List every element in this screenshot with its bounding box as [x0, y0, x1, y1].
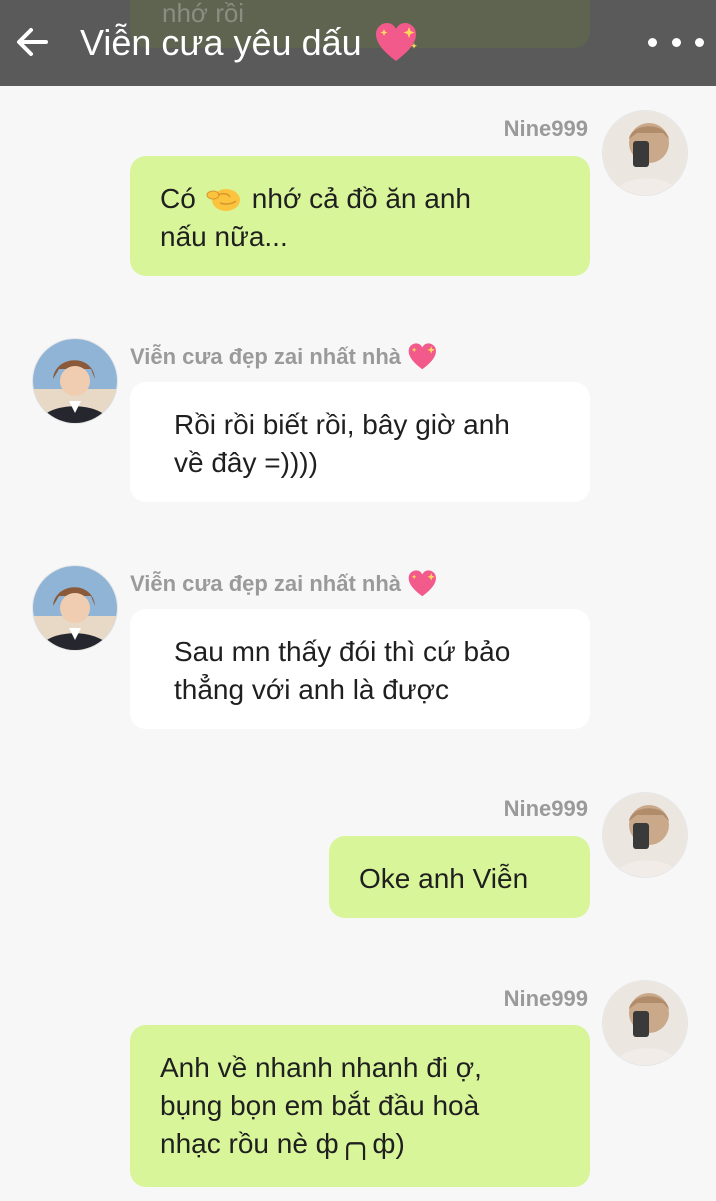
message-text: Oke anh Viễn [359, 863, 529, 894]
message-bubble[interactable]: Oke anh Viễn [329, 836, 590, 918]
message-text: thẳng với anh là được [174, 674, 449, 705]
chat-header: nhớ rồi Viễn cưa yêu dấu [0, 0, 716, 86]
chat-title-text: Viễn cưa yêu dấu [80, 22, 362, 63]
sparkling-heart-icon [408, 343, 437, 370]
message-text: Anh về nhanh nhanh đi ợ, [160, 1052, 482, 1083]
message-incoming: Viễn cưa đẹp zai nhất nhà Rồi rồi biết r… [0, 336, 716, 516]
sender-name-text: Viễn cưa đẹp zai nhất nhà [130, 571, 402, 596]
avatar-photo [33, 566, 117, 650]
avatar-photo [603, 981, 687, 1065]
avatar-nine999[interactable] [602, 110, 688, 196]
sender-name-text: Nine999 [503, 986, 588, 1011]
sender-name-text: Viễn cưa đẹp zai nhất nhà [130, 344, 402, 369]
sender-name: Nine999 [504, 796, 588, 822]
sparkling-heart-icon [408, 570, 437, 597]
avatar-nine999[interactable] [602, 792, 688, 878]
message-bubble[interactable]: Rồi rồi biết rồi, bây giờ anh về đây =))… [130, 382, 590, 502]
message-outgoing: Nine999 Anh về nhanh nhanh đi ợ, bụng bọ… [0, 978, 716, 1193]
message-bubble[interactable]: Sau mn thấy đói thì cứ bảo thẳng với anh… [130, 609, 590, 729]
message-bubble[interactable]: Có nhớ cả đồ ăn anh nấu nữa... [130, 156, 590, 276]
message-outgoing: Nine999 Oke anh Viễn [0, 790, 716, 930]
sender-name: Viễn cưa đẹp zai nhất nhà [130, 569, 439, 599]
sender-name: Viễn cưa đẹp zai nhất nhà [130, 342, 439, 372]
message-text: về đây =)))) [174, 447, 318, 478]
pinching-hand-icon [206, 189, 240, 211]
sender-name: Nine999 [504, 116, 588, 142]
avatar-vien[interactable] [32, 565, 118, 651]
avatar-photo [603, 111, 687, 195]
more-options-button[interactable] [648, 26, 704, 58]
avatar-photo [603, 793, 687, 877]
avatar-photo [33, 339, 117, 423]
message-incoming: Viễn cưa đẹp zai nhất nhà Sau mn thấy đó… [0, 563, 716, 743]
message-text: nhạc rồu nè ф╭╮ф) [160, 1128, 405, 1159]
message-text: nhớ cả đồ ăn anh [251, 183, 471, 214]
message-bubble[interactable]: Anh về nhanh nhanh đi ợ, bụng bọn em bắt… [130, 1025, 590, 1187]
chat-title: Viễn cưa yêu dấu [80, 20, 420, 66]
avatar-nine999[interactable] [602, 980, 688, 1066]
more-options-icon [648, 37, 657, 47]
more-options-dot [695, 37, 704, 47]
message-text: nấu nữa... [160, 221, 288, 252]
message-outgoing: Nine999 Có nhớ cả đồ ăn anh nấu nữa... [0, 108, 716, 288]
avatar-vien[interactable] [32, 338, 118, 424]
sparkling-heart-icon [375, 23, 417, 61]
more-options-dot [671, 37, 681, 47]
message-text: Có [160, 183, 196, 214]
back-button[interactable] [8, 18, 56, 66]
sender-name-text: Nine999 [503, 796, 588, 821]
sender-name-text: Nine999 [503, 116, 588, 141]
message-text: bụng bọn em bắt đầu hoà [160, 1090, 480, 1121]
back-arrow-icon [17, 28, 48, 56]
message-line: Có nhớ cả đồ ăn anh [160, 180, 560, 218]
message-text: Rồi rồi biết rồi, bây giờ anh [174, 409, 510, 440]
sender-name: Nine999 [504, 986, 588, 1012]
message-text: Sau mn thấy đói thì cứ bảo [174, 636, 511, 667]
